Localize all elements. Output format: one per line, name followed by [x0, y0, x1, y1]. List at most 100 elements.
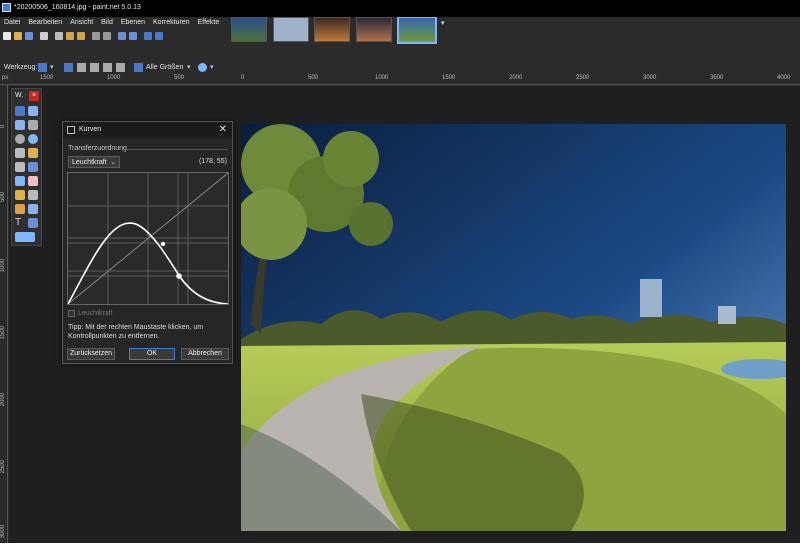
ruler-tick: 4000 — [777, 75, 791, 81]
menu-ebenen[interactable]: Ebenen — [117, 17, 149, 28]
selection-mode-icon-3[interactable] — [90, 63, 99, 72]
ruler-tick: 2000 — [509, 75, 523, 81]
zoom-icon[interactable] — [28, 134, 38, 144]
move-selected-icon[interactable] — [28, 106, 38, 116]
size-label[interactable]: Alle Größen — [146, 64, 183, 71]
grid-icon[interactable] — [144, 32, 152, 40]
curves-icon — [67, 126, 75, 134]
copy-icon[interactable] — [66, 32, 74, 40]
title-bar: *20200506_160814.jpg - paint.net 5.0.13 — [0, 0, 800, 17]
document-list-arrow-icon[interactable]: ▾ — [441, 19, 445, 27]
menu-effekte[interactable]: Effekte — [194, 17, 224, 28]
chevron-down-icon: ⌄ — [110, 159, 116, 166]
ruler-tick: 0 — [0, 125, 6, 129]
ruler-tick: 500 — [308, 75, 319, 81]
mode-select[interactable]: Leuchtkraft ⌄ — [68, 156, 120, 168]
main-toolbar — [0, 30, 228, 42]
open-file-icon[interactable] — [14, 32, 22, 40]
selection-mode-icon-5[interactable] — [116, 63, 125, 72]
deselect-icon[interactable] — [103, 32, 111, 40]
selection-mode-icon-2[interactable] — [77, 63, 86, 72]
vertical-ruler: 0 500 1000 1500 2000 2500 3000 — [0, 85, 8, 543]
cut-icon[interactable] — [55, 32, 63, 40]
rectangle-select-icon[interactable] — [15, 106, 25, 116]
curve-graph — [67, 172, 229, 305]
quality-icon[interactable] — [198, 63, 207, 72]
magic-wand-icon[interactable] — [15, 148, 25, 158]
selection-mode-icon-4[interactable] — [103, 63, 112, 72]
window-title: *20200506_160814.jpg - paint.net 5.0.13 — [14, 4, 141, 11]
checkbox-label: Leuchtkraft — [78, 310, 113, 317]
document-thumb-1[interactable] — [231, 17, 267, 42]
ellipse-select-icon[interactable] — [15, 134, 25, 144]
pan-icon[interactable] — [28, 148, 38, 158]
clone-stamp-icon[interactable] — [15, 204, 25, 214]
recolor-icon[interactable] — [28, 204, 38, 214]
close-icon[interactable]: × — [29, 91, 39, 101]
menu-datei[interactable]: Datei — [0, 17, 24, 28]
ruler-tick: 3500 — [710, 75, 724, 81]
selection-mode-icon[interactable] — [64, 63, 73, 72]
gradient-icon[interactable] — [28, 162, 38, 172]
undo-icon[interactable] — [118, 32, 126, 40]
dialog-header[interactable]: Kurven ✕ — [63, 122, 232, 138]
crop-icon[interactable] — [92, 32, 100, 40]
ruler-tick: 1500 — [0, 326, 6, 340]
save-icon[interactable] — [25, 32, 33, 40]
ruler-tick: 2500 — [576, 75, 590, 81]
curve-editor[interactable] — [67, 172, 229, 305]
document-thumb-4[interactable] — [356, 17, 392, 42]
document-thumb-2[interactable] — [273, 17, 309, 42]
reset-button[interactable]: Zurücksetzen — [67, 348, 115, 360]
menu-ansicht[interactable]: Ansicht — [66, 17, 97, 28]
text-icon[interactable]: T — [15, 218, 25, 228]
ruler-tick: 500 — [0, 192, 6, 203]
ruler-tick: 1000 — [107, 75, 121, 81]
app-window: Datei Bearbeiten Ansicht Bild Ebenen Kor… — [0, 17, 800, 543]
section-label: Transferzuordnung — [68, 145, 127, 152]
move-selection-icon[interactable] — [28, 120, 38, 130]
line-curve-icon[interactable] — [28, 218, 38, 228]
park-photo — [241, 124, 786, 531]
chevron-down-icon[interactable]: ▾ — [210, 63, 214, 71]
print-icon[interactable] — [40, 32, 48, 40]
eraser-icon[interactable] — [28, 176, 38, 186]
curves-dialog: Kurven ✕ Transferzuordnung Leuchtkraft ⌄… — [62, 121, 233, 364]
shapes-icon[interactable] — [15, 232, 35, 242]
luminosity-checkbox[interactable] — [68, 310, 75, 317]
tool-options-bar: Werkzeug: ▾ Alle Größen ▾ ▾ — [0, 61, 800, 75]
pencil-icon[interactable] — [15, 190, 25, 200]
close-icon[interactable]: ✕ — [219, 124, 227, 135]
image-canvas[interactable] — [241, 124, 786, 531]
ruler-tick: 2000 — [0, 393, 6, 407]
menu-korrekturen[interactable]: Korrekturen — [149, 17, 194, 28]
menu-bar: Datei Bearbeiten Ansicht Bild Ebenen Kor… — [0, 17, 228, 30]
dialog-title: Kurven — [79, 126, 102, 133]
new-file-icon[interactable] — [3, 32, 11, 40]
section-divider — [125, 149, 228, 150]
chevron-down-icon[interactable]: ▾ — [187, 63, 191, 71]
menu-bearbeiten[interactable]: Bearbeiten — [24, 17, 66, 28]
tool-select-icon[interactable] — [38, 63, 47, 72]
size-mode-icon[interactable] — [134, 63, 143, 72]
menu-bild[interactable]: Bild — [97, 17, 117, 28]
chevron-down-icon[interactable]: ▾ — [50, 63, 54, 71]
cancel-button[interactable]: Abbrechen — [181, 348, 229, 360]
document-thumb-active[interactable] — [397, 17, 437, 44]
ruler-tick: 1500 — [40, 75, 54, 81]
tool-label: Werkzeug: — [4, 64, 38, 71]
ruler-toggle-icon[interactable] — [155, 32, 163, 40]
ruler-tick: 1500 — [442, 75, 456, 81]
paint-bucket-icon[interactable] — [15, 162, 25, 172]
ruler-tick: 3000 — [0, 525, 6, 539]
ruler-tick: 2500 — [0, 460, 6, 474]
paste-icon[interactable] — [77, 32, 85, 40]
ok-button[interactable]: OK — [129, 348, 175, 360]
lasso-icon[interactable] — [15, 120, 25, 130]
paintbrush-icon[interactable] — [15, 176, 25, 186]
color-picker-icon[interactable] — [28, 190, 38, 200]
tools-panel: W. × T — [11, 88, 42, 246]
redo-icon[interactable] — [129, 32, 137, 40]
tip-text: Tipp: Mit der rechten Maustaste klicken,… — [68, 324, 204, 340]
document-thumb-3[interactable] — [314, 17, 350, 42]
